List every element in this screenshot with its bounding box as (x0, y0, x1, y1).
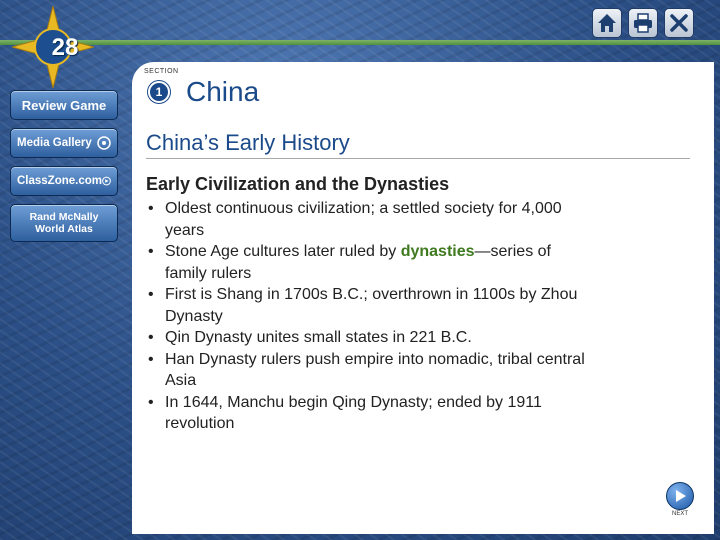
close-button[interactable] (664, 8, 694, 38)
chapter-number: 28 (51, 34, 79, 61)
top-icon-bar (592, 8, 694, 38)
print-icon (634, 13, 652, 33)
world-atlas-button[interactable]: Rand McNally World Atlas (10, 204, 118, 242)
classzone-label: ClassZone.com (17, 175, 102, 187)
home-button[interactable] (592, 8, 622, 38)
green-stripe (0, 40, 720, 45)
world-atlas-label: Rand McNally World Atlas (29, 211, 99, 235)
bullet-item: Stone Age cultures later ruled by dynast… (146, 241, 586, 284)
slide-subtitle: China’s Early History (146, 130, 350, 155)
sidebar: Review Game Media Gallery ClassZone.com … (10, 90, 120, 250)
close-icon (670, 14, 688, 32)
bullet-item: First is Shang in 1700s B.C.; overthrown… (146, 284, 586, 327)
chapter-badge: 28 (10, 5, 96, 89)
review-game-button[interactable]: Review Game (10, 90, 118, 120)
print-button[interactable] (628, 8, 658, 38)
bullet-item: Oldest continuous civilization; a settle… (146, 198, 586, 241)
bullet-item: Qin Dynasty unites small states in 221 B… (146, 327, 586, 349)
section-title: China (186, 76, 260, 107)
classzone-button[interactable]: ClassZone.com (10, 166, 118, 196)
bullet-list: Oldest continuous civilization; a settle… (146, 198, 586, 435)
next-button[interactable] (666, 482, 694, 510)
bullet-item: Han Dynasty rulers push empire into noma… (146, 349, 586, 392)
section-label: SECTION (144, 68, 179, 75)
media-gallery-button[interactable]: Media Gallery (10, 128, 118, 158)
home-icon (598, 14, 616, 32)
slide-heading: Early Civilization and the Dynasties (146, 174, 450, 194)
next-control: NEXT (664, 482, 696, 517)
bullet-item: In 1644, Manchu begin Qing Dynasty; ende… (146, 392, 586, 435)
link-icon (102, 176, 111, 186)
content-panel: SECTION 1 China China’s Early History Ea… (132, 62, 714, 534)
media-gallery-label: Media Gallery (17, 137, 92, 149)
divider (146, 158, 690, 159)
review-game-label: Review Game (21, 97, 107, 113)
section-number: 1 (148, 81, 170, 103)
next-label: NEXT (671, 511, 688, 517)
highlight-term: dynasties (400, 243, 475, 260)
play-arrow-icon (676, 490, 686, 502)
bullet-text: Stone Age cultures later ruled by (165, 243, 401, 260)
media-icon (97, 136, 111, 150)
